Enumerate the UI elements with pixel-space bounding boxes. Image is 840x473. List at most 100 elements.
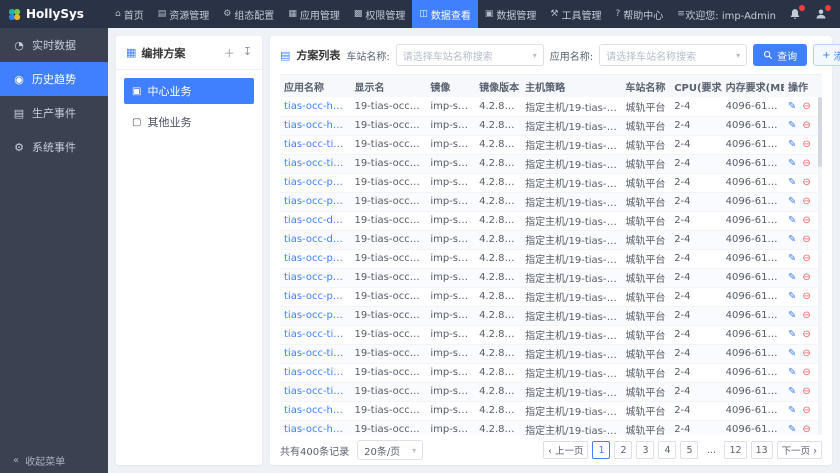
app-name-link[interactable]: tias-occ-tias3 (280, 325, 351, 345)
pagination-ellipsis[interactable]: ... (702, 441, 720, 459)
edit-icon[interactable]: ✎ (788, 424, 796, 435)
app-name-link[interactable]: tias-occ-hdb1 (280, 420, 351, 435)
logo-text: HollySys (26, 7, 84, 21)
app-name-link[interactable]: tias-occ-pscada1 (280, 173, 351, 193)
query-button[interactable]: 查询 (753, 44, 808, 66)
nav-item-config[interactable]: ⚙ 组态配置 (216, 0, 281, 28)
edit-icon[interactable]: ✎ (788, 405, 796, 416)
pagination-prev-button[interactable]: ‹ 上一页 (543, 441, 589, 459)
nav-item-permission[interactable]: ▩ 权限管理 (347, 0, 413, 28)
page-size-select[interactable]: 20条/页 ▾ (357, 440, 424, 460)
edit-icon[interactable]: ✎ (788, 253, 796, 264)
edit-icon[interactable]: ✎ (788, 101, 796, 112)
edit-icon[interactable]: ✎ (788, 139, 796, 150)
app-name-link[interactable]: tias-occ-pscada6 (280, 306, 351, 326)
delete-icon[interactable]: ⊖ (802, 234, 810, 245)
image-cell: imp-scada (426, 401, 476, 421)
image-cell: imp-scada (426, 325, 476, 345)
add-plan-icon[interactable]: ＋ (224, 45, 235, 61)
nav-item-more[interactable]: ≡更多▾ (670, 0, 685, 28)
app-name-link[interactable]: tias-occ-tias1 (280, 135, 351, 155)
nav-item-data-view[interactable]: ◫ 数据查看 (412, 0, 478, 28)
pagination-page-5[interactable]: 5 (680, 441, 699, 459)
delete-icon[interactable]: ⊖ (802, 291, 810, 302)
edit-icon[interactable]: ✎ (788, 348, 796, 359)
delete-icon[interactable]: ⊖ (802, 405, 810, 416)
pagination-page-2[interactable]: 2 (614, 441, 633, 459)
image-cell: imp-scada (426, 344, 476, 364)
pagination-page-13[interactable]: 13 (750, 441, 773, 459)
app-name-link[interactable]: tias-occ-tias4 (280, 344, 351, 364)
delete-icon[interactable]: ⊖ (802, 253, 810, 264)
edit-icon[interactable]: ✎ (788, 120, 796, 131)
delete-icon[interactable]: ⊖ (802, 329, 810, 340)
edit-icon[interactable]: ✎ (788, 196, 796, 207)
app-name-link[interactable]: tias-occ-tias5 (280, 363, 351, 383)
delete-icon[interactable]: ⊖ (802, 177, 810, 188)
delete-icon[interactable]: ⊖ (802, 215, 810, 226)
nav-item-tool-manage[interactable]: ⚒ 工具管理 (543, 0, 608, 28)
edit-icon[interactable]: ✎ (788, 329, 796, 340)
pagination-page-4[interactable]: 4 (658, 441, 677, 459)
image-version-cell: 4.2.8b3 (475, 154, 522, 174)
app-name-link[interactable]: tias-occ-hdb1 (280, 401, 351, 421)
app-name-link[interactable]: tias-occ-pscada4 (280, 268, 351, 288)
nav-item-resource-manage[interactable]: ▤ 资源管理 (151, 0, 217, 28)
pagination-page-12[interactable]: 12 (724, 441, 747, 459)
edit-icon[interactable]: ✎ (788, 310, 796, 321)
sidebar-item-production-event[interactable]: ▤ 生产事件 (0, 96, 108, 130)
delete-icon[interactable]: ⊖ (802, 424, 810, 435)
sidebar-item-system-event[interactable]: ⚙ 系统事件 (0, 130, 108, 164)
station-select[interactable]: 请选择车站名称搜索 ▾ (395, 44, 544, 66)
vertical-scrollbar[interactable] (818, 97, 822, 435)
delete-icon[interactable]: ⊖ (802, 139, 810, 150)
app-name-link[interactable]: tias-occ-tias6 (280, 382, 351, 402)
app-name-link[interactable]: tias-occ-data1 (280, 211, 351, 231)
delete-icon[interactable]: ⊖ (802, 120, 810, 131)
nav-item-app-manage[interactable]: ▦ 应用管理 (281, 0, 347, 28)
edit-icon[interactable]: ✎ (788, 215, 796, 226)
nav-item-home[interactable]: ⌂ 首页 (108, 0, 151, 28)
pagination-page-1[interactable]: 1 (592, 441, 611, 459)
memory-cell: 4096-6144 (721, 306, 784, 326)
edit-icon[interactable]: ✎ (788, 272, 796, 283)
nav-item-data-manage[interactable]: ▣ 数据管理 (478, 0, 544, 28)
app-name-link[interactable]: tias-occ-pscada2 (280, 192, 351, 212)
export-plan-icon[interactable]: ↧ (243, 45, 252, 61)
add-app-config-button[interactable]: + 添加应用配置 (813, 44, 840, 66)
app-name-link[interactable]: tias-occ-pscada5 (280, 287, 351, 307)
delete-icon[interactable]: ⊖ (802, 386, 810, 397)
pagination-page-3[interactable]: 3 (636, 441, 655, 459)
pagination-next-button[interactable]: 下一页 › (776, 441, 822, 459)
app-name-link[interactable]: tias-occ-data2 (280, 230, 351, 250)
delete-icon[interactable]: ⊖ (802, 101, 810, 112)
collapse-menu-button[interactable]: « 收起菜单 (0, 447, 108, 473)
user-avatar-icon[interactable] (814, 5, 831, 21)
delete-icon[interactable]: ⊖ (802, 310, 810, 321)
plan-item-center-business[interactable]: ▣ 中心业务 (124, 78, 254, 104)
delete-icon[interactable]: ⊖ (802, 272, 810, 283)
delete-icon[interactable]: ⊖ (802, 367, 810, 378)
delete-icon[interactable]: ⊖ (802, 196, 810, 207)
delete-icon[interactable]: ⊖ (802, 348, 810, 359)
edit-icon[interactable]: ✎ (788, 291, 796, 302)
app-filter-label: 应用名称: (549, 51, 594, 63)
scrollbar-thumb[interactable] (818, 97, 822, 167)
notification-bell-icon[interactable] (788, 5, 805, 21)
edit-icon[interactable]: ✎ (788, 158, 796, 169)
app-name-link[interactable]: tias-occ-pscada3 (280, 249, 351, 269)
app-name-link[interactable]: tias-occ-hdb1 (280, 97, 351, 117)
delete-icon[interactable]: ⊖ (802, 158, 810, 169)
edit-icon[interactable]: ✎ (788, 177, 796, 188)
edit-icon[interactable]: ✎ (788, 386, 796, 397)
display-name-cell: 19-tias-occ-hdb1 (350, 211, 427, 231)
sidebar-item-history-trend[interactable]: ◉ 历史趋势 (0, 62, 108, 96)
sidebar-item-realtime-data[interactable]: ◔ 实时数据 (0, 28, 108, 62)
app-select[interactable]: 请选择车站名称搜索 ▾ (599, 44, 748, 66)
app-name-link[interactable]: tias-occ-hdb2 (280, 116, 351, 136)
plan-item-other-business[interactable]: ▢ 其他业务 (124, 109, 254, 135)
edit-icon[interactable]: ✎ (788, 234, 796, 245)
app-name-link[interactable]: tias-occ-tias2 (280, 154, 351, 174)
nav-item-help-center[interactable]: ? 帮助中心 (608, 0, 670, 28)
edit-icon[interactable]: ✎ (788, 367, 796, 378)
